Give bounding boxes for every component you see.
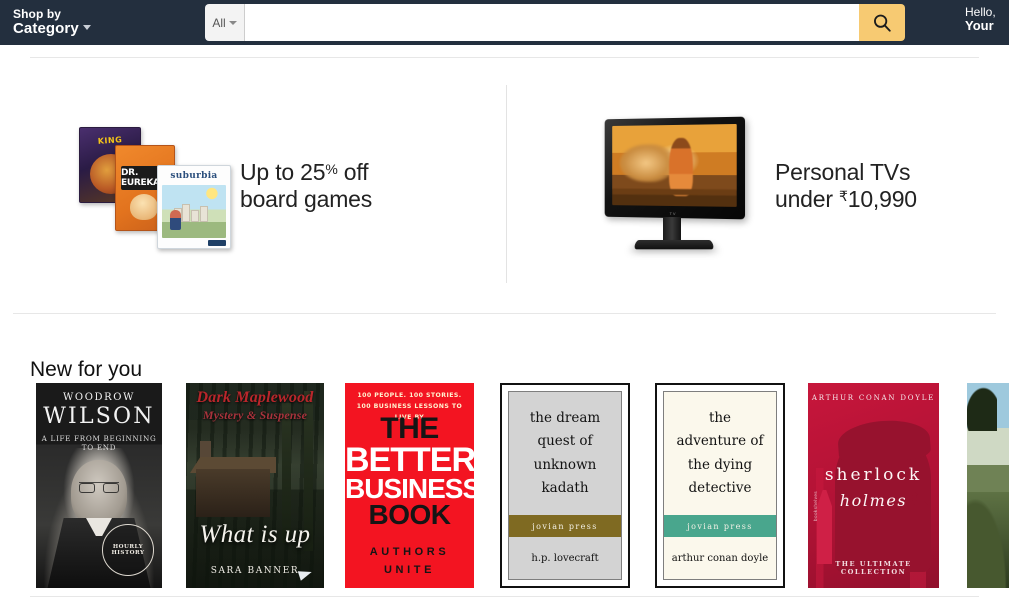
new-for-you-heading: New for you xyxy=(30,358,143,381)
board-game-box-suburbia-title: suburbia xyxy=(170,170,218,181)
book-cover-foliage xyxy=(967,383,997,431)
book-card-woodrow-wilson[interactable]: WOODROW WILSON A LIFE FROM BEGINNING TO … xyxy=(36,383,162,588)
book-card-dark-maplewood[interactable]: Dark Maplewood Mystery & Suspense What i… xyxy=(186,383,324,588)
percent-symbol: % xyxy=(325,160,338,177)
portrait-head xyxy=(71,460,127,526)
book-title-second: holmes xyxy=(839,491,908,510)
greeting-account: Your xyxy=(965,18,994,34)
search-button[interactable] xyxy=(859,4,905,41)
tv-screen-horse xyxy=(619,144,673,182)
chevron-down-icon xyxy=(228,20,237,25)
account-greeting[interactable]: Hello, Your xyxy=(965,5,996,34)
cabin-body xyxy=(196,469,270,517)
book-author: h.p. lovecraft xyxy=(509,537,621,579)
greeting-hello: Hello, xyxy=(965,5,996,19)
book-author-line-2: UNITE xyxy=(384,564,435,576)
search-input[interactable] xyxy=(245,4,859,41)
tv-bezel: TV xyxy=(604,116,746,220)
search-scope-dropdown[interactable]: All xyxy=(205,4,245,41)
tv-brand-label: TV xyxy=(669,210,677,217)
promo-tvs-under: under xyxy=(775,185,840,212)
book-spine-label: bookshelves xyxy=(813,491,818,521)
board-game-box-eureka-art xyxy=(130,193,158,220)
publisher-badge: HOURLY HISTORY xyxy=(102,524,154,576)
book-card-better-business-book[interactable]: 100 PEOPLE. 100 STORIES. 100 BUSINESS LE… xyxy=(345,383,474,588)
book-card-sherlock-holmes[interactable]: ARTHUR CONAN DOYLE sherlock holmes THE U… xyxy=(808,383,939,588)
promo-tvs-line2: under ₹10,990 xyxy=(775,186,917,212)
promo-card-board-games[interactable]: KING DR. EUREKA suburbia Up to 25% off b… xyxy=(0,58,506,313)
divider-bottom xyxy=(30,596,979,597)
category-text: Category xyxy=(13,19,79,37)
book-genre-label: Mystery & Suspense xyxy=(202,408,308,422)
glasses-icon xyxy=(79,482,119,493)
promo-board-games-line1: Up to 25% off xyxy=(240,158,369,185)
book-cover-inner-frame: the dream quest of unknown kadath jovian… xyxy=(508,391,622,580)
promo-board-games-headline: Up to 25% off board games xyxy=(240,159,372,213)
book-card-partial-next[interactable] xyxy=(967,383,1009,588)
book-cover-inner-frame: the adventure of the dying detective jov… xyxy=(663,391,777,580)
promo-board-games-line2: board games xyxy=(240,185,373,212)
book-author-line-1: AUTHORS xyxy=(369,546,450,558)
promo-board-games-discount: Up to 25 xyxy=(240,158,326,185)
book-subtitle: A LIFE FROM BEGINNING TO END xyxy=(41,434,157,452)
book-tagline: THE ULTIMATE COLLECTION xyxy=(835,560,912,576)
book-title-word-2: BETTER xyxy=(345,440,474,479)
book-title-block: THE BETTER BUSINESS BOOK xyxy=(345,412,474,531)
promo-card-personal-tvs[interactable]: TV Personal TVs under ₹10,990 xyxy=(507,58,1009,313)
category-label: Category xyxy=(13,21,195,37)
book-card-dream-quest-unknown-kadath[interactable]: the dream quest of unknown kadath jovian… xyxy=(500,383,630,588)
book-title-main: WILSON xyxy=(43,404,155,429)
tv-screen-rail xyxy=(612,188,737,196)
board-game-box-suburbia-art xyxy=(162,184,226,238)
book-author: ARTHUR CONAN DOYLE xyxy=(811,394,936,402)
book-card-adventure-dying-detective[interactable]: the adventure of the dying detective jov… xyxy=(655,383,785,588)
book-title-word-4: BOOK xyxy=(368,499,452,531)
book-title-word-3: BUSINESS xyxy=(345,472,474,504)
top-navigation-bar: Shop by Category All Hello, Your xyxy=(0,0,1009,45)
search-icon xyxy=(874,14,891,32)
tv-screen xyxy=(612,123,737,207)
book-title-first: WOODROW xyxy=(63,392,135,403)
book-publisher: jovian press xyxy=(664,515,776,537)
book-title-main: the adventure of the dying detective xyxy=(676,410,764,496)
search-bar: All xyxy=(205,4,905,41)
promo-tvs-price: 10,990 xyxy=(847,185,917,212)
shop-by-category-menu[interactable]: Shop by Category xyxy=(13,8,195,36)
book-title-main: the dream quest of unknown kadath xyxy=(529,410,601,496)
personal-tv-artwork: TV xyxy=(595,113,775,258)
divider-middle xyxy=(13,313,996,314)
board-games-artwork: KING DR. EUREKA suburbia xyxy=(65,121,240,251)
board-game-box-suburbia-logo xyxy=(208,239,226,246)
promo-tvs-headline: Personal TVs under ₹10,990 xyxy=(775,159,917,213)
book-cover-hill xyxy=(967,492,1009,588)
book-title-block: WOODROW WILSON A LIFE FROM BEGINNING TO … xyxy=(36,392,162,452)
book-title-main: What is up xyxy=(199,521,311,548)
deerstalker-cap-icon xyxy=(836,417,932,465)
promo-board-games-off: off xyxy=(337,158,369,185)
chevron-down-icon xyxy=(82,24,91,30)
search-scope-label: All xyxy=(212,15,226,30)
promo-tvs-line1: Personal TVs xyxy=(775,158,911,185)
tv-stand-base xyxy=(633,240,715,250)
promo-strip: KING DR. EUREKA suburbia Up to 25% off b… xyxy=(0,58,1009,313)
book-publisher: jovian press xyxy=(509,515,621,537)
board-game-box-suburbia-figure xyxy=(170,209,181,230)
board-game-box-suburbia: suburbia xyxy=(157,164,231,249)
book-carousel: WOODROW WILSON A LIFE FROM BEGINNING TO … xyxy=(0,383,1009,588)
book-title-word-1: THE xyxy=(380,412,439,445)
book-series-title: Dark Maplewood xyxy=(196,389,314,406)
tv-stand-neck xyxy=(663,217,681,241)
book-author: arthur conan doyle xyxy=(664,537,776,579)
rupee-icon: ₹ xyxy=(839,187,848,204)
tv-screen-figure xyxy=(669,137,694,197)
book-title-first: sherlock xyxy=(824,465,923,485)
